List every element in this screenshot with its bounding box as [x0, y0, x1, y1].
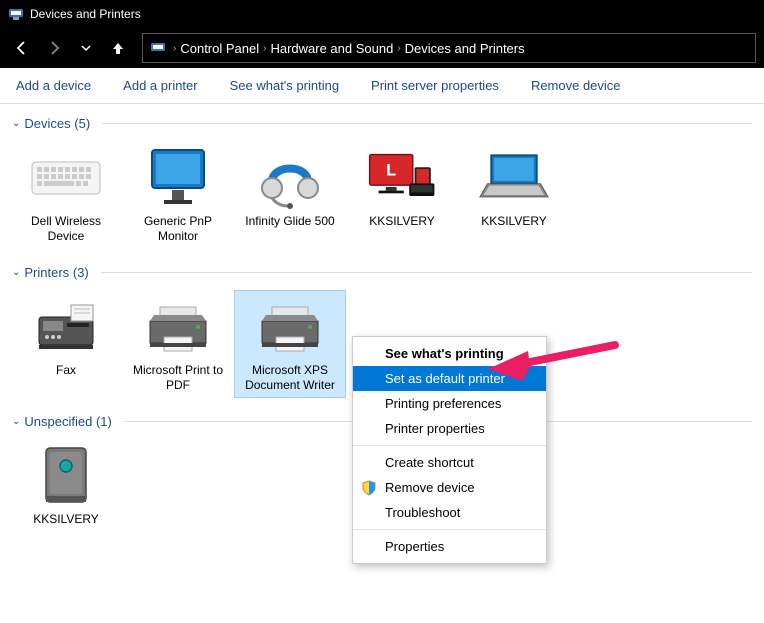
cmd-see-whats-printing[interactable]: See what's printing — [214, 78, 355, 93]
cmd-add-device[interactable]: Add a device — [0, 78, 107, 93]
menu-set-default-printer[interactable]: Set as default printer — [353, 366, 546, 391]
device-label: Generic PnP Monitor — [127, 214, 229, 244]
cmd-remove-device[interactable]: Remove device — [515, 78, 637, 93]
menu-printer-properties[interactable]: Printer properties — [353, 416, 546, 441]
section-header-devices[interactable]: ⌄ Devices (5) — [4, 110, 760, 137]
menu-label: Remove device — [385, 480, 475, 495]
section-label: Printers — [24, 265, 69, 280]
chevron-down-icon: ⌄ — [12, 267, 20, 278]
menu-properties[interactable]: Properties — [353, 534, 546, 559]
section-count: (1) — [96, 414, 112, 429]
chevron-right-icon: › — [263, 43, 266, 54]
headset-icon — [254, 146, 326, 210]
section-count: (3) — [73, 265, 89, 280]
navigation-bar: › Control Panel › Hardware and Sound › D… — [0, 28, 764, 68]
devices-grid: Dell Wireless Device Generic PnP Monitor… — [4, 137, 760, 259]
menu-remove-device[interactable]: Remove device — [353, 475, 546, 500]
menu-separator — [353, 445, 546, 446]
device-item[interactable]: Infinity Glide 500 — [234, 141, 346, 249]
address-bar[interactable]: › Control Panel › Hardware and Sound › D… — [142, 33, 756, 63]
menu-printing-preferences[interactable]: Printing preferences — [353, 391, 546, 416]
breadcrumb-root[interactable]: Control Panel — [180, 41, 259, 56]
printer-icon — [142, 295, 214, 359]
back-button[interactable] — [8, 34, 36, 62]
chevron-right-icon: › — [397, 43, 400, 54]
address-bar-icon — [149, 39, 167, 57]
cmd-add-printer[interactable]: Add a printer — [107, 78, 213, 93]
device-label: KKSILVERY — [369, 214, 435, 229]
section-label: Unspecified — [24, 414, 92, 429]
breadcrumb-leaf[interactable]: Devices and Printers — [405, 41, 525, 56]
device-generic-icon — [30, 444, 102, 508]
device-item[interactable]: L KKSILVERY — [346, 141, 458, 249]
fax-icon — [30, 295, 102, 359]
svg-text:L: L — [386, 161, 396, 179]
printer-item[interactable]: Fax — [10, 290, 122, 398]
cmd-print-server-properties[interactable]: Print server properties — [355, 78, 515, 93]
chevron-down-icon: ⌄ — [12, 416, 20, 427]
printer-item-selected[interactable]: Microsoft XPS Document Writer — [234, 290, 346, 398]
content-area: ⌄ Devices (5) Dell Wireless Device Gener… — [0, 104, 764, 623]
device-item[interactable]: KKSILVERY — [458, 141, 570, 249]
menu-separator — [353, 529, 546, 530]
computer-icon: L — [366, 146, 438, 210]
command-bar: Add a device Add a printer See what's pr… — [0, 68, 764, 104]
printer-label: Microsoft Print to PDF — [127, 363, 229, 393]
devices-printers-icon — [8, 6, 24, 22]
section-divider — [101, 272, 752, 273]
device-label: KKSILVERY — [33, 512, 99, 527]
shield-icon — [361, 480, 377, 496]
window-title-text: Devices and Printers — [30, 7, 141, 21]
chevron-down-icon: ⌄ — [12, 118, 20, 129]
laptop-icon — [478, 146, 550, 210]
keyboard-icon — [30, 146, 102, 210]
menu-see-whats-printing[interactable]: See what's printing — [353, 341, 546, 366]
section-count: (5) — [74, 116, 90, 131]
unspecified-item[interactable]: KKSILVERY — [10, 439, 122, 532]
up-button[interactable] — [104, 34, 132, 62]
device-label: Dell Wireless Device — [15, 214, 117, 244]
printer-icon — [254, 295, 326, 359]
section-header-printers[interactable]: ⌄ Printers (3) — [4, 259, 760, 286]
device-item[interactable]: Generic PnP Monitor — [122, 141, 234, 249]
menu-create-shortcut[interactable]: Create shortcut — [353, 450, 546, 475]
context-menu: See what's printing Set as default print… — [352, 336, 547, 564]
forward-button[interactable] — [40, 34, 68, 62]
chevron-right-icon: › — [173, 43, 176, 54]
breadcrumb-mid[interactable]: Hardware and Sound — [270, 41, 393, 56]
device-label: KKSILVERY — [481, 214, 547, 229]
recent-locations-button[interactable] — [72, 34, 100, 62]
device-label: Infinity Glide 500 — [245, 214, 334, 229]
printer-label: Fax — [56, 363, 76, 378]
section-label: Devices — [24, 116, 70, 131]
section-divider — [102, 123, 752, 124]
monitor-icon — [142, 146, 214, 210]
printer-item[interactable]: Microsoft Print to PDF — [122, 290, 234, 398]
window-titlebar: Devices and Printers — [0, 0, 764, 28]
device-item[interactable]: Dell Wireless Device — [10, 141, 122, 249]
menu-troubleshoot[interactable]: Troubleshoot — [353, 500, 546, 525]
printer-label: Microsoft XPS Document Writer — [239, 363, 341, 393]
